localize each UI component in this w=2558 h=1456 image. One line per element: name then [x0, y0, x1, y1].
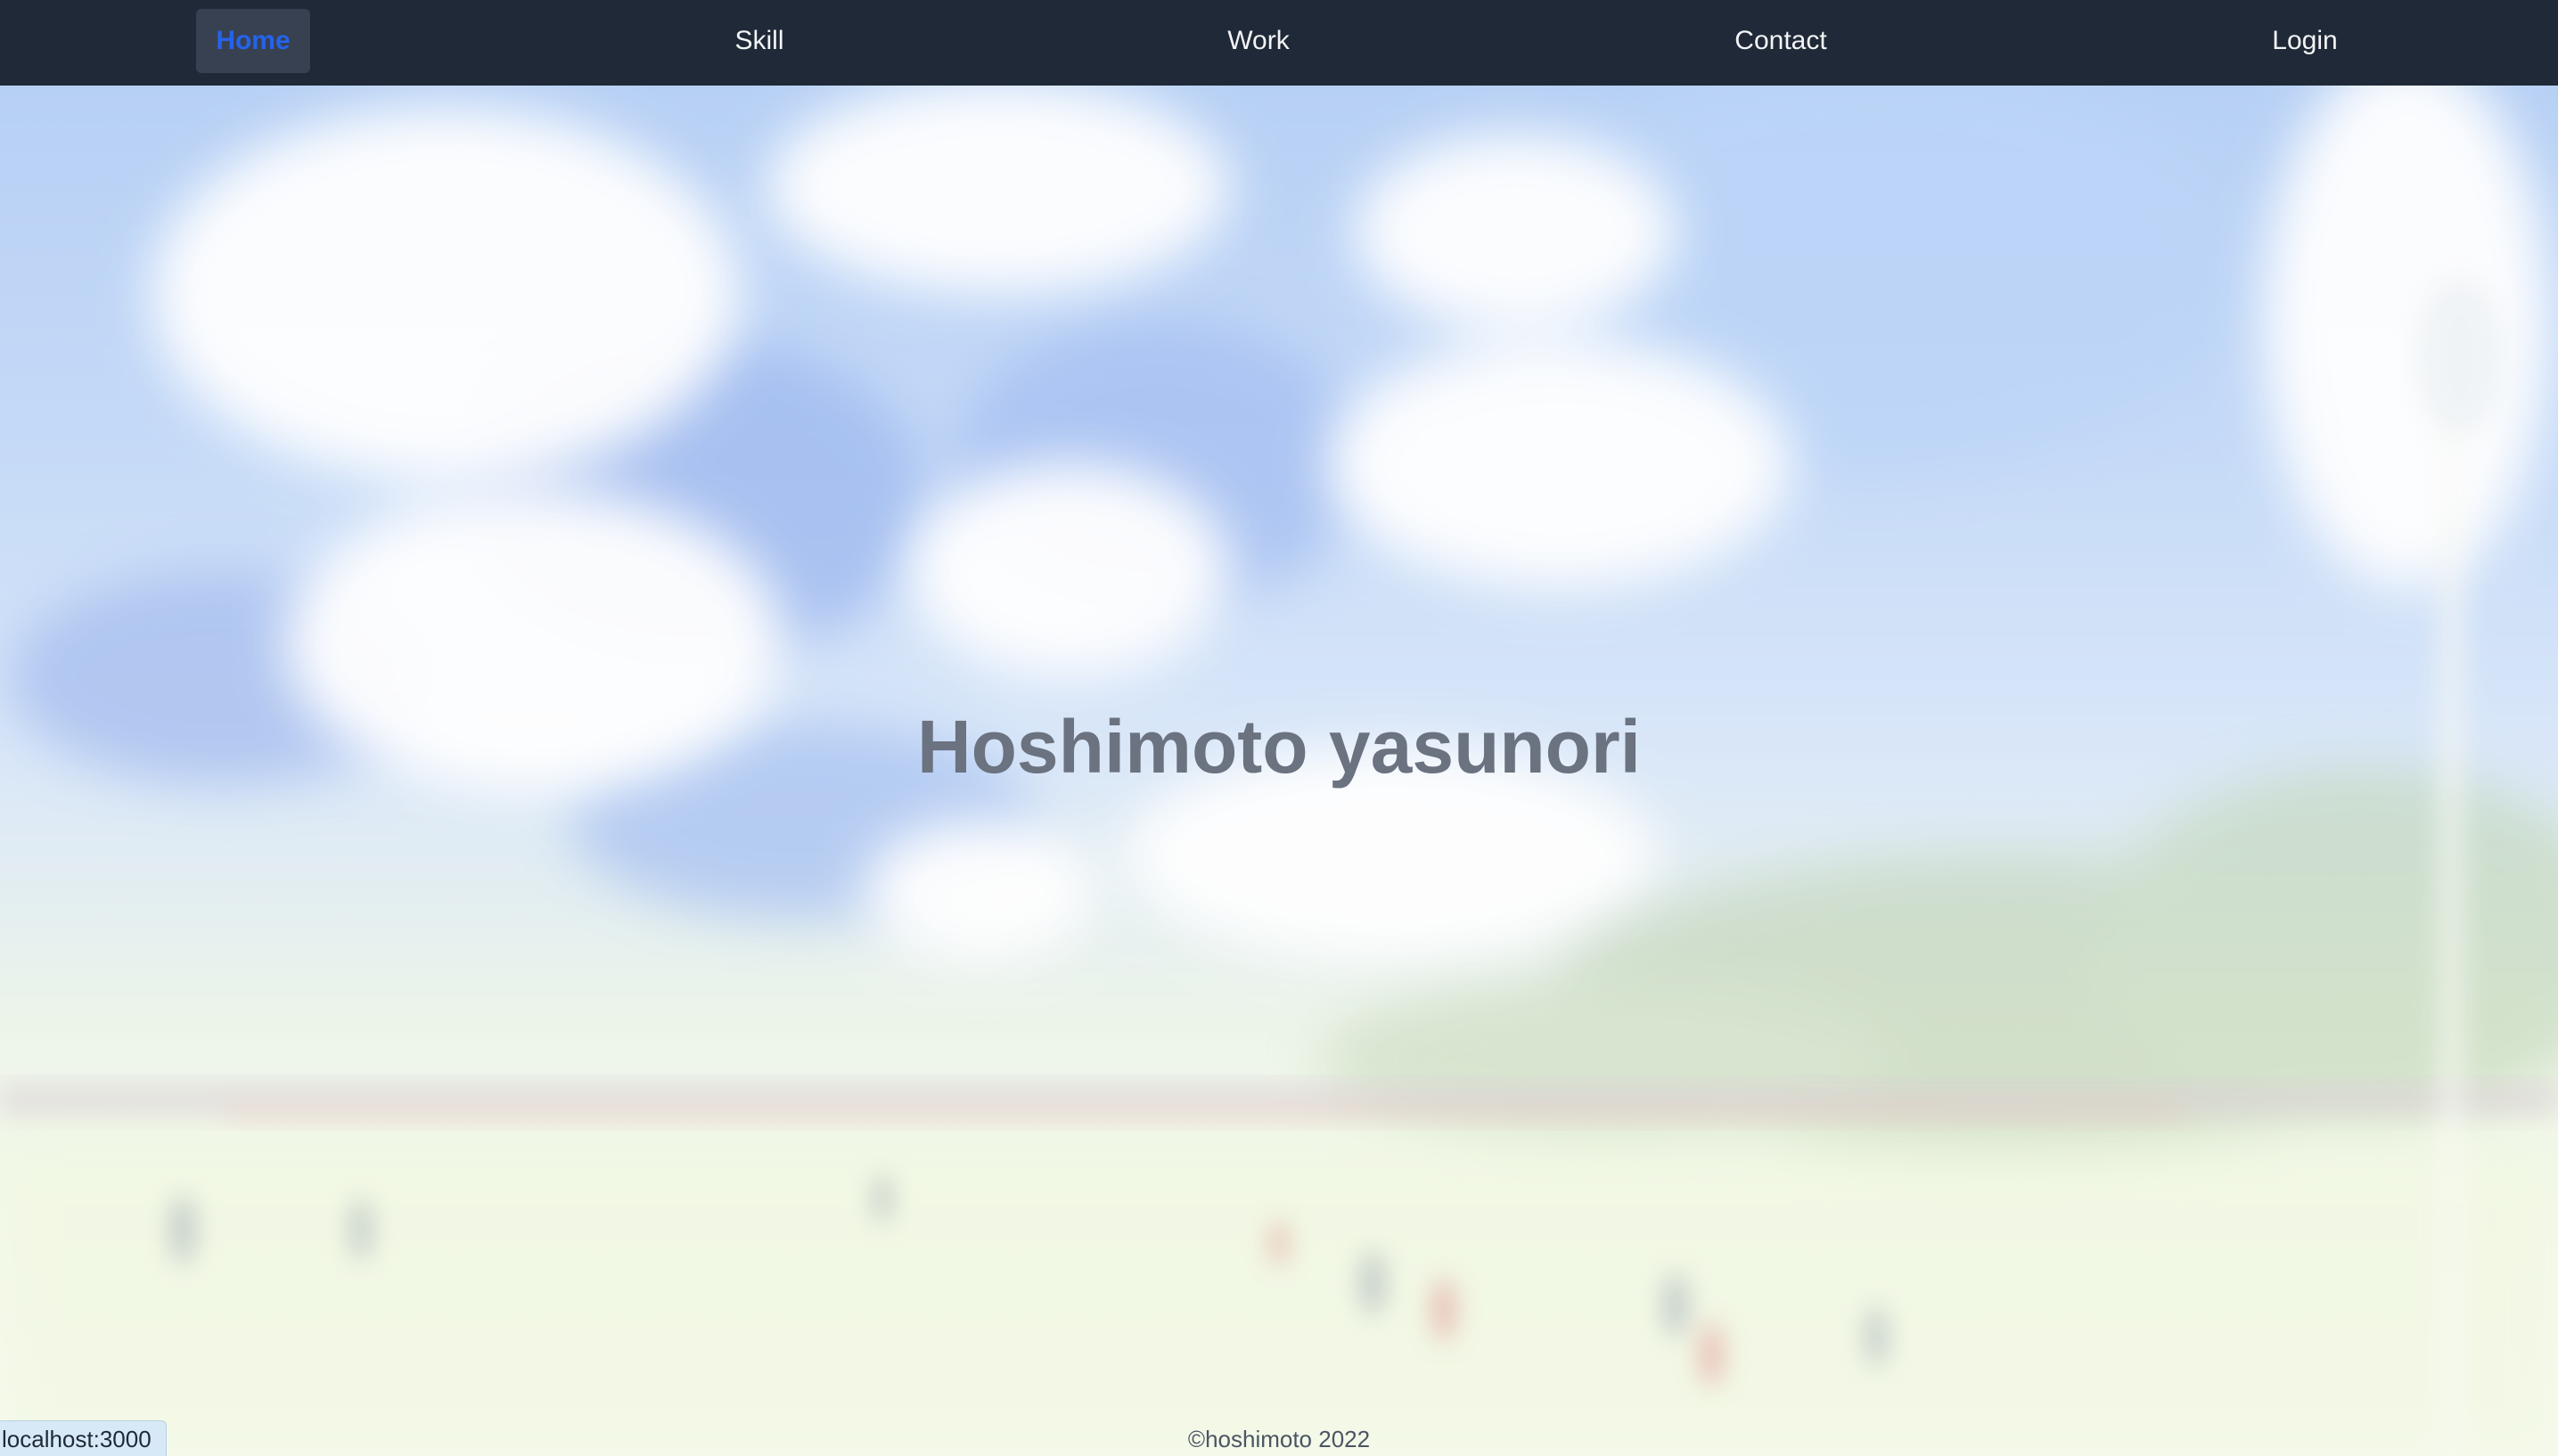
hero-title: Hoshimoto yasunori	[916, 705, 1642, 789]
nav-skill-link[interactable]: Skill	[706, 9, 813, 73]
top-navbar: Home Skill Work Contact Login	[0, 0, 2558, 86]
nav-home-link[interactable]: Home	[196, 9, 310, 73]
footer-copyright: ©hoshimoto 2022	[1187, 1426, 1371, 1452]
nav-contact-link[interactable]: Contact	[1709, 9, 1852, 73]
browser-status-url: localhost:3000	[0, 1420, 167, 1456]
nav-work-link[interactable]: Work	[1205, 9, 1312, 73]
page: Home Skill Work Contact Login Hoshimoto …	[0, 0, 2558, 1456]
nav-login-link[interactable]: Login	[2248, 9, 2362, 73]
